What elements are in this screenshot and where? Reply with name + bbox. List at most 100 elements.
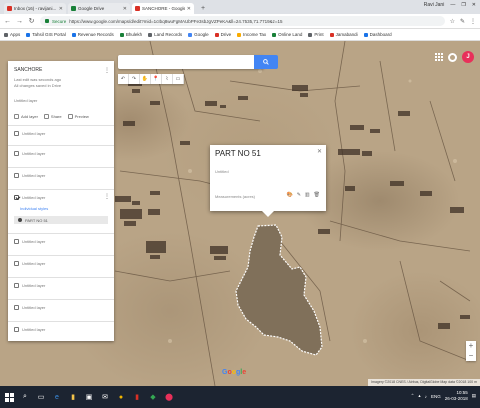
add-layer-button[interactable]: Add layer (14, 114, 38, 119)
close-tab-icon[interactable]: ✕ (59, 6, 63, 12)
clock[interactable]: 10:55 26-03-2018 (445, 390, 468, 402)
layer-checkbox[interactable] (14, 261, 19, 266)
layer-checkbox[interactable] (14, 283, 19, 288)
bookmark[interactable]: Bhulekh (119, 32, 142, 37)
add-marker-button[interactable]: 📍 (151, 74, 162, 84)
maps-app-icon[interactable]: ◆ (148, 392, 158, 402)
notification-center-icon[interactable]: ▤ (472, 393, 476, 399)
new-tab-button[interactable]: + (198, 4, 208, 14)
satellite-map[interactable]: ↶ ↷ ✋ 📍 ⌇ ▭ J SANCHORE ⋮ Last edit was s… (0, 41, 480, 386)
undo-button[interactable]: ↶ (118, 74, 129, 84)
parcel-polygon[interactable] (235, 224, 323, 356)
layer-options-icon[interactable]: ⋮ (104, 193, 110, 200)
layer-checkbox[interactable] (14, 239, 19, 244)
apps-grid-icon[interactable] (435, 53, 443, 61)
maximize-button[interactable]: ❐ (461, 2, 465, 8)
layer-row[interactable]: Untitled layer (14, 239, 45, 244)
bookmark[interactable]: Google (188, 32, 209, 37)
measure-button[interactable]: ▭ (173, 74, 184, 84)
bookmark[interactable]: Print (308, 32, 324, 37)
layer-row[interactable]: Untitled layer (14, 173, 45, 178)
bookmark[interactable]: Online Land (272, 32, 302, 37)
bookmark[interactable]: Revenue Records (71, 32, 114, 37)
bookmark[interactable]: Apps (4, 32, 20, 37)
layer-row[interactable]: Untitled layer (14, 327, 45, 332)
start-button[interactable] (4, 392, 14, 402)
task-view-icon[interactable]: ▭ (36, 392, 46, 402)
extension-icon[interactable]: ✎ (460, 18, 465, 25)
bookmark[interactable]: Income Tax (237, 32, 266, 37)
edit-icon[interactable]: ✎ (297, 192, 301, 198)
star-icon[interactable]: ☆ (450, 18, 455, 25)
layer-checkbox[interactable] (14, 173, 19, 178)
tab-inbox[interactable]: Inbox (16) - ravijani... ✕ (4, 3, 66, 14)
layer-checkbox[interactable] (14, 151, 19, 156)
notifications-icon[interactable] (448, 52, 457, 62)
delete-icon[interactable]: 🗑 (314, 192, 320, 198)
minimize-button[interactable]: — (450, 2, 455, 8)
bookmark[interactable]: Tahsil GIS Portal (26, 32, 66, 37)
back-button[interactable]: ← (4, 18, 11, 25)
network-icon[interactable]: ▴ (418, 393, 420, 399)
tab-google-maps[interactable]: SANCHORE - Google M... ✕ (132, 3, 194, 14)
divider (8, 255, 114, 256)
layer-row[interactable]: Untitled layer (14, 151, 45, 156)
forward-button[interactable]: → (16, 18, 23, 25)
close-tab-icon[interactable]: ✕ (123, 6, 127, 12)
feature-info-popup: PART NO 51 ✕ Untitled Measurements (acre… (210, 145, 326, 217)
map-options-icon[interactable]: ⋮ (104, 67, 110, 74)
layer-row[interactable]: Untitled layer (14, 305, 45, 310)
language-indicator[interactable]: ENG (431, 394, 441, 399)
search-button[interactable] (254, 55, 278, 69)
google-logo: Google (222, 369, 247, 376)
bookmark-icon (214, 32, 219, 37)
layer-row[interactable]: Untitled layer (14, 283, 45, 288)
hand-tool-button[interactable]: ✋ (140, 74, 151, 84)
feature-item[interactable]: PART NO 51 (14, 216, 108, 224)
layer-row[interactable]: Untitled layer (14, 261, 45, 266)
pin-icon[interactable]: ⬤ (164, 392, 174, 402)
url-input[interactable]: Secure https://www.google.com/maps/d/edi… (40, 16, 445, 26)
chrome-icon[interactable]: ● (116, 392, 126, 402)
layer-checkbox[interactable] (14, 131, 19, 136)
zoom-out-button[interactable]: − (469, 351, 474, 361)
avatar[interactable]: J (462, 51, 474, 63)
store-icon[interactable]: ▣ (84, 392, 94, 402)
bookmark[interactable]: Jamabandi (329, 32, 358, 37)
image-icon[interactable]: ▥ (305, 192, 310, 198)
bookmark[interactable]: Dashboard (363, 32, 392, 37)
map-title[interactable]: SANCHORE (14, 67, 42, 73)
file-explorer-icon[interactable]: ▮ (68, 392, 78, 402)
mail-icon[interactable]: ✉ (100, 392, 110, 402)
close-tab-icon[interactable]: ✕ (187, 6, 191, 12)
layer-checkbox[interactable] (14, 195, 19, 200)
layer-row[interactable]: Untitled layer (14, 131, 45, 136)
edge-icon[interactable]: e (52, 392, 62, 402)
search-icon[interactable]: ⌕ (20, 392, 30, 402)
close-icon[interactable]: ✕ (317, 148, 322, 155)
tab-google-drive[interactable]: Google Drive ✕ (68, 3, 130, 14)
style-icon[interactable]: 🎨 (286, 192, 292, 198)
bookmark[interactable]: Drive (214, 32, 231, 37)
menu-icon[interactable]: ⋮ (470, 18, 476, 25)
layer-row-active[interactable]: Untitled layer (14, 195, 45, 200)
zoom-in-button[interactable]: + (469, 341, 474, 351)
close-window-button[interactable]: ✕ (472, 2, 476, 8)
profile-name[interactable]: Ravi Jani (424, 2, 445, 8)
preview-button[interactable]: Preview (67, 114, 89, 119)
browser-tab-bar: Inbox (16) - ravijani... ✕ Google Drive … (0, 0, 480, 14)
volume-icon[interactable]: ♪ (425, 394, 427, 399)
app-icon[interactable]: ▮ (132, 392, 142, 402)
layer-checkbox[interactable] (14, 327, 19, 332)
reload-button[interactable]: ↻ (28, 17, 35, 25)
bookmark[interactable]: Land Records (148, 32, 182, 37)
add-layer-icon (14, 114, 19, 119)
map-description[interactable]: Untitled layer (14, 98, 37, 103)
layer-checkbox[interactable] (14, 305, 19, 310)
share-button[interactable]: Share (43, 114, 62, 119)
map-search-input[interactable] (118, 55, 264, 69)
redo-button[interactable]: ↷ (129, 74, 140, 84)
draw-line-button[interactable]: ⌇ (162, 74, 173, 84)
up-arrow-icon[interactable]: ⌃ (411, 393, 415, 399)
layer-style-link[interactable]: Individual styles (20, 206, 48, 211)
